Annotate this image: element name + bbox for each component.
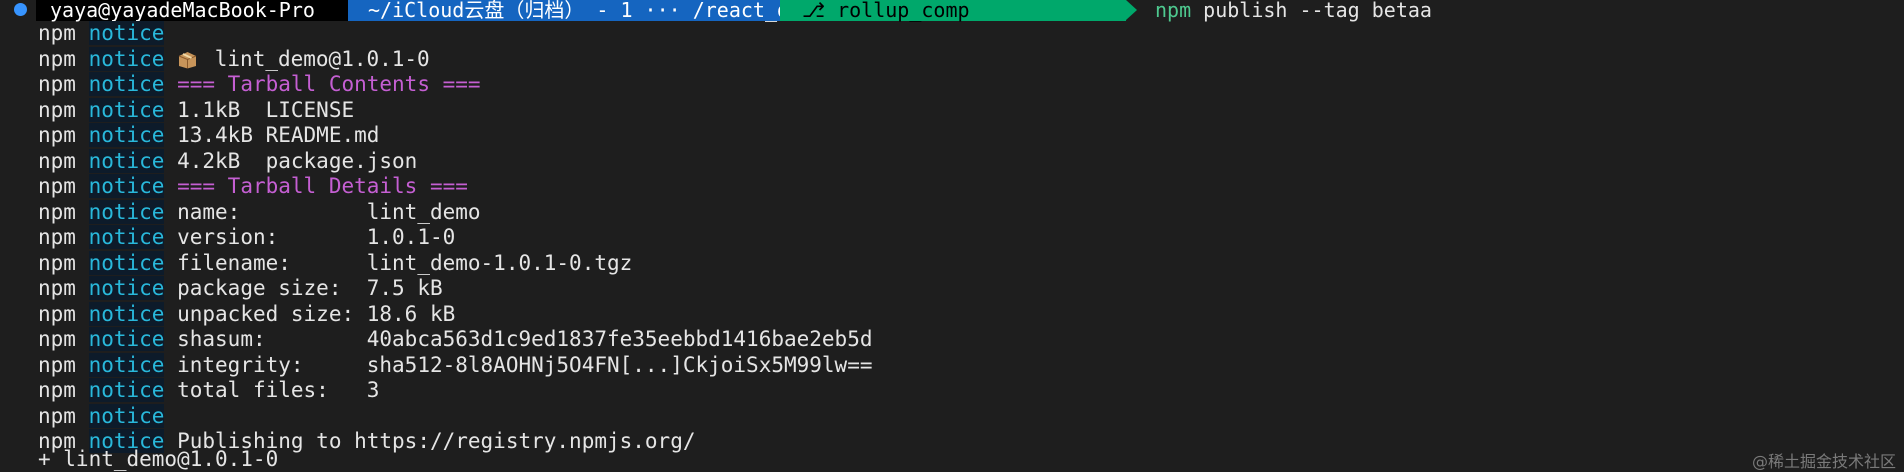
output-text: package size: 7.5 kB <box>177 276 443 300</box>
output-line: npm notice 13.4kB README.md <box>38 123 379 148</box>
output-line: npm notice shasum: 40abca563d1c9ed1837fe… <box>38 327 872 352</box>
output-line: npm notice 4.2kB package.json <box>38 148 418 174</box>
notice-label: notice <box>88 46 165 71</box>
output-text: unpacked size: 18.6 kB <box>177 301 456 326</box>
output-line: npm notice total files: 3 <box>38 378 379 403</box>
output-text: version: 1.0.1-0 <box>177 225 456 249</box>
notice-label: notice <box>88 174 165 198</box>
output-text: integrity: sha512-8l8AOHNj5O4FN[...]Ckjo… <box>177 352 873 377</box>
prompt-directory: ~/iCloud云盘（归档） - 1 ··· /react_demo <box>348 0 825 21</box>
output-text: name: lint_demo <box>177 199 481 224</box>
npm-prefix: npm <box>38 225 76 249</box>
output-line: npm notice === Tarball Details === <box>38 174 468 199</box>
npm-prefix: npm <box>38 97 76 122</box>
output-line: npm notice unpacked size: 18.6 kB <box>38 301 456 327</box>
output-text: 1.1kB LICENSE <box>177 97 355 122</box>
output-text: 4.2kB package.json <box>177 148 418 173</box>
notice-label: notice <box>88 301 165 326</box>
output-line: npm notice filename: lint_demo-1.0.1-0.t… <box>38 250 633 276</box>
section-header: === Tarball Details === <box>177 174 468 198</box>
notice-label: notice <box>88 97 165 122</box>
output-text: filename: lint_demo-1.0.1-0.tgz <box>177 250 633 275</box>
package-icon <box>178 51 197 68</box>
command-binary: npm <box>1155 0 1192 22</box>
npm-prefix: npm <box>38 21 76 45</box>
notice-label: notice <box>88 21 165 45</box>
notice-label: notice <box>88 403 165 428</box>
segment-arrow-icon <box>1126 0 1137 20</box>
notice-label: notice <box>88 72 165 96</box>
notice-label: notice <box>88 199 165 224</box>
terminal-window[interactable]: yaya@yayadeMacBook-Pro ~/iCloud云盘（归档） - … <box>0 0 1904 472</box>
output-text: shasum: 40abca563d1c9ed1837fe35eebbd1416… <box>177 327 873 351</box>
prompt-git-branch: ⎇ rollup_comp <box>780 0 1126 21</box>
npm-prefix: npm <box>38 174 76 198</box>
npm-prefix: npm <box>38 148 76 173</box>
status-dot-icon <box>14 3 27 16</box>
npm-prefix: npm <box>38 378 76 402</box>
npm-prefix: npm <box>38 276 76 300</box>
output-text: 13.4kB README.md <box>177 123 380 147</box>
npm-prefix: npm <box>38 352 76 377</box>
npm-prefix: npm <box>38 123 76 147</box>
notice-label: notice <box>88 123 165 147</box>
npm-prefix: npm <box>38 46 76 71</box>
notice-label: notice <box>88 378 165 402</box>
output-line: npm notice version: 1.0.1-0 <box>38 225 455 250</box>
output-line: npm notice package size: 7.5 kB <box>38 276 443 301</box>
notice-label: notice <box>88 225 165 249</box>
output-line: npm notice 1.1kB LICENSE <box>38 97 355 123</box>
command-arguments: publish --tag betaa <box>1191 0 1432 22</box>
output-text: total files: 3 <box>177 378 380 402</box>
npm-prefix: npm <box>38 72 76 96</box>
output-line: npm notice integrity: sha512-8l8AOHNj5O4… <box>38 352 873 378</box>
npm-prefix: npm <box>38 199 76 224</box>
output-line: npm notice <box>38 21 177 46</box>
notice-label: notice <box>88 352 165 377</box>
watermark: @稀土掘金技术社区 <box>1751 452 1896 471</box>
output-line: npm notice <box>38 403 177 429</box>
npm-prefix: npm <box>38 250 76 275</box>
output-text: lint_demo@1.0.1-0 <box>214 46 430 71</box>
prompt-user-host: yaya@yayadeMacBook-Pro <box>36 0 348 21</box>
entered-command: npm publish --tag betaa <box>1155 0 1432 21</box>
output-line: npm notice name: lint_demo <box>38 199 481 225</box>
npm-prefix: npm <box>38 327 76 351</box>
shell-prompt: yaya@yayadeMacBook-Pro ~/iCloud云盘（归档） - … <box>0 0 1904 21</box>
notice-label: notice <box>88 148 165 173</box>
section-header: === Tarball Contents === <box>177 72 481 96</box>
publish-result-line: + lint_demo@1.0.1-0 <box>38 447 279 471</box>
npm-prefix: npm <box>38 301 76 326</box>
notice-label: notice <box>88 327 165 351</box>
notice-label: notice <box>88 276 165 300</box>
output-line: npm notice === Tarball Contents === <box>38 72 481 97</box>
npm-prefix: npm <box>38 403 76 428</box>
notice-label: notice <box>88 250 165 275</box>
output-line: npm notice lint_demo@1.0.1-0 <box>38 46 430 72</box>
